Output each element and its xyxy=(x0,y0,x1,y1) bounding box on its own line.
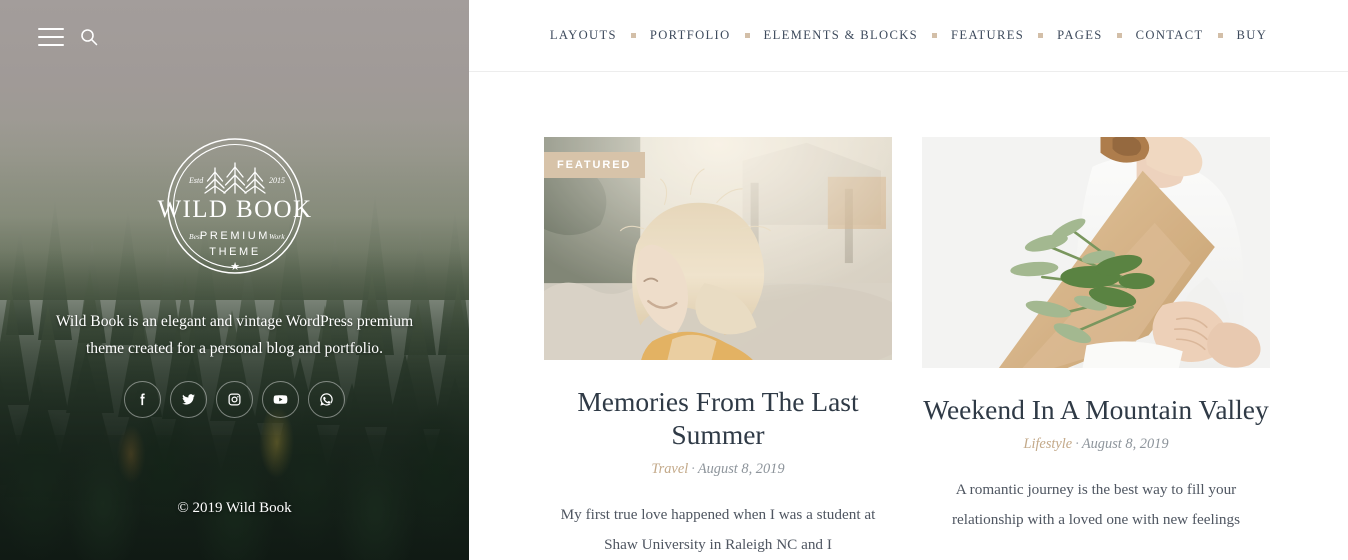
nav-separator-dot xyxy=(1217,33,1223,38)
svg-text:THEME: THEME xyxy=(209,246,261,258)
post-date: August 8, 2019 xyxy=(697,461,785,477)
post-meta: Lifestyle · August 8, 2019 xyxy=(922,436,1270,453)
svg-text:WILD BOOK: WILD BOOK xyxy=(157,196,312,223)
featured-badge: FEATURED xyxy=(544,152,646,178)
social-link-whatsapp[interactable] xyxy=(308,381,345,418)
post-image-woman-with-bouquet xyxy=(922,137,1270,368)
search-icon[interactable] xyxy=(79,27,99,47)
social-link-instagram[interactable] xyxy=(216,381,253,418)
svg-text:2015: 2015 xyxy=(269,176,285,185)
svg-text:PREMIUM: PREMIUM xyxy=(199,230,269,242)
meta-separator: · xyxy=(691,461,695,477)
social-links xyxy=(0,381,469,418)
youtube-icon xyxy=(273,395,288,404)
nav-item-elements-blocks[interactable]: ELEMENTS & BLOCKS xyxy=(764,28,919,43)
site-logo[interactable]: Estd 2015 WILD BOOK Best Work PREMIUM TH… xyxy=(145,135,325,277)
nav-separator-dot xyxy=(630,33,636,38)
whatsapp-icon xyxy=(320,393,333,406)
top-navigation: LAYOUTS PORTFOLIO ELEMENTS & BLOCKS FEATURE… xyxy=(469,0,1348,72)
social-link-twitter[interactable] xyxy=(170,381,207,418)
post-grid: FEATURED Memories From The Last Summer T… xyxy=(469,72,1348,560)
facebook-icon xyxy=(140,393,145,406)
page-root: Estd 2015 WILD BOOK Best Work PREMIUM TH… xyxy=(0,0,1348,560)
nav-item-contact[interactable]: CONTACT xyxy=(1136,28,1204,43)
svg-text:★: ★ xyxy=(230,260,240,273)
nav-item-features[interactable]: FEATURES xyxy=(951,28,1024,43)
nav-list: LAYOUTS PORTFOLIO ELEMENTS & BLOCKS FEATURE… xyxy=(550,28,1267,43)
sidebar-tagline: Wild Book is an elegant and vintage Word… xyxy=(55,313,414,357)
post-meta: Travel · August 8, 2019 xyxy=(544,461,892,478)
main-content: LAYOUTS PORTFOLIO ELEMENTS & BLOCKS FEATURE… xyxy=(469,0,1348,560)
post-card: FEATURED Memories From The Last Summer T… xyxy=(544,137,892,560)
nav-separator-dot xyxy=(744,33,750,38)
post-thumbnail[interactable]: FEATURED xyxy=(544,137,892,360)
twitter-icon xyxy=(182,394,195,405)
post-category[interactable]: Travel xyxy=(651,461,688,477)
post-excerpt: My first true love happened when I was a… xyxy=(560,506,876,553)
social-link-facebook[interactable] xyxy=(124,381,161,418)
post-date: August 8, 2019 xyxy=(1081,436,1169,452)
nav-separator-dot xyxy=(1116,33,1122,38)
hamburger-menu-icon[interactable] xyxy=(38,28,64,46)
post-category[interactable]: Lifestyle xyxy=(1023,436,1072,452)
nav-item-portfolio[interactable]: PORTFOLIO xyxy=(650,28,731,43)
post-excerpt: A romantic journey is the best way to fi… xyxy=(951,481,1241,528)
social-link-youtube[interactable] xyxy=(262,381,299,418)
nav-item-pages[interactable]: PAGES xyxy=(1057,28,1102,43)
post-card: Weekend In A Mountain Valley Lifestyle · A… xyxy=(922,137,1270,560)
post-title[interactable]: Memories From The Last Summer xyxy=(544,385,892,451)
nav-item-buy[interactable]: BUY xyxy=(1237,28,1268,43)
svg-text:Estd: Estd xyxy=(188,176,204,185)
nav-separator-dot xyxy=(1038,33,1044,38)
sidebar-toolbar xyxy=(38,27,99,47)
meta-separator: · xyxy=(1075,436,1079,452)
nav-item-layouts[interactable]: LAYOUTS xyxy=(550,28,617,43)
sidebar: Estd 2015 WILD BOOK Best Work PREMIUM TH… xyxy=(0,0,469,560)
post-thumbnail[interactable] xyxy=(922,137,1270,368)
instagram-icon xyxy=(228,393,241,406)
post-title[interactable]: Weekend In A Mountain Valley xyxy=(922,393,1270,426)
nav-separator-dot xyxy=(932,33,938,38)
wild-book-logo-badge: Estd 2015 WILD BOOK Best Work PREMIUM TH… xyxy=(157,138,312,274)
sidebar-copyright: © 2019 Wild Book xyxy=(177,500,292,516)
svg-text:Work: Work xyxy=(269,232,285,241)
